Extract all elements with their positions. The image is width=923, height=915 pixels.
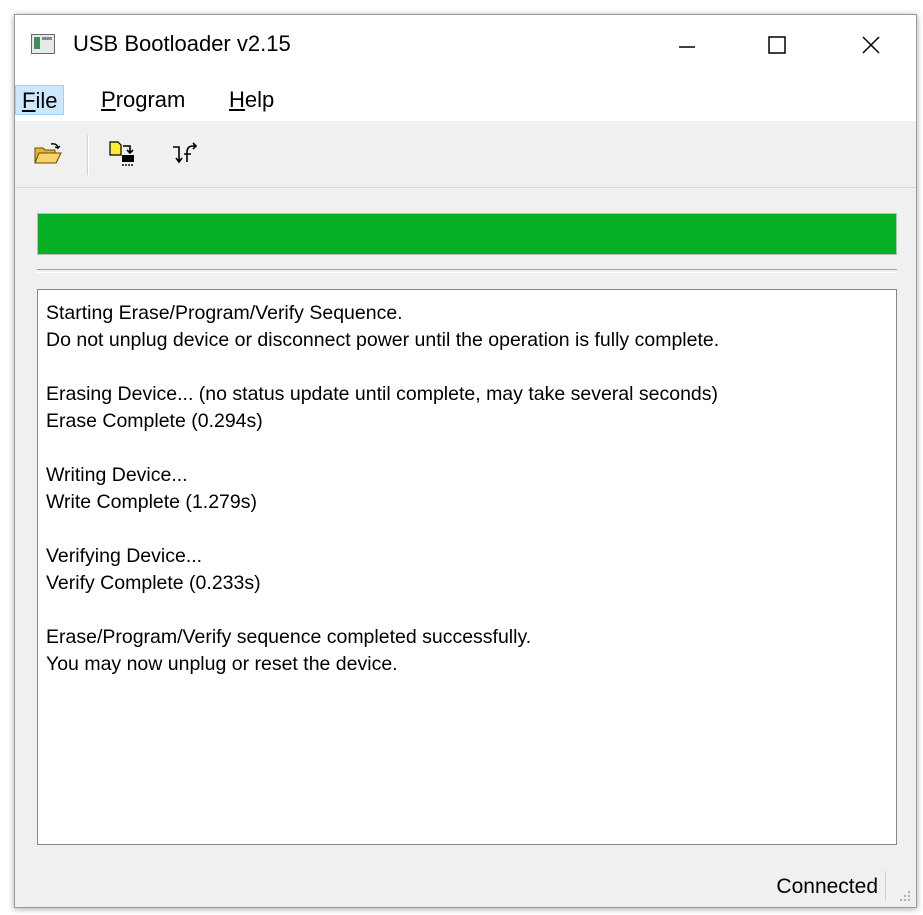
program-device-button[interactable] [107, 139, 141, 169]
menu-file-mnemonic: F [22, 88, 36, 113]
menu-program[interactable]: Program [95, 85, 191, 115]
divider [37, 269, 897, 273]
log-line: Starting Erase/Program/Verify Sequence. [46, 302, 403, 324]
reset-device-button[interactable] [169, 139, 203, 169]
progress-bar [37, 213, 897, 255]
menu-file-label: ile [35, 88, 58, 113]
menu-bar: File Program Help [15, 77, 916, 121]
minimize-button[interactable] [643, 15, 731, 75]
log-line: Verifying Device... [46, 545, 203, 567]
reset-device-icon [173, 142, 198, 164]
menu-program-mnemonic: P [101, 87, 116, 112]
toolbar [15, 121, 916, 188]
app-window: USB Bootloader v2.15 File Program Help S… [14, 14, 917, 908]
log-line: Erase/Program/Verify sequence completed … [46, 626, 532, 648]
menu-program-label: rogram [115, 87, 186, 112]
log-line: You may now unplug or reset the device. [46, 653, 398, 675]
title-bar[interactable]: USB Bootloader v2.15 [15, 15, 916, 77]
window-title: USB Bootloader v2.15 [73, 31, 291, 56]
statusbar-separator [885, 871, 886, 901]
minimize-icon [679, 46, 695, 48]
log-line: Write Complete (1.279s) [46, 491, 257, 513]
menu-help-label: elp [244, 87, 275, 112]
close-button[interactable] [827, 15, 915, 75]
log-line: Erasing Device... (no status update unti… [46, 383, 718, 405]
progress-bar-fill [38, 214, 896, 254]
log-line: Erase Complete (0.294s) [46, 410, 263, 432]
log-output[interactable]: Starting Erase/Program/Verify Sequence. D… [37, 289, 897, 845]
toolbar-separator [87, 135, 89, 175]
menu-help[interactable]: Help [223, 85, 280, 115]
menu-file[interactable]: File [15, 85, 65, 115]
log-line: Do not unplug device or disconnect power… [46, 329, 720, 351]
maximize-button[interactable] [733, 15, 821, 75]
resize-grip-icon[interactable] [898, 889, 912, 903]
app-icon [31, 34, 55, 54]
log-line: Verify Complete (0.233s) [46, 572, 261, 594]
program-device-icon [109, 141, 134, 166]
open-file-button[interactable] [31, 139, 65, 169]
open-folder-icon [34, 143, 62, 164]
log-line: Writing Device... [46, 464, 188, 486]
menu-help-mnemonic: H [229, 87, 245, 112]
connection-status: Connected [776, 875, 878, 898]
close-icon [862, 36, 880, 54]
maximize-icon [768, 36, 786, 54]
